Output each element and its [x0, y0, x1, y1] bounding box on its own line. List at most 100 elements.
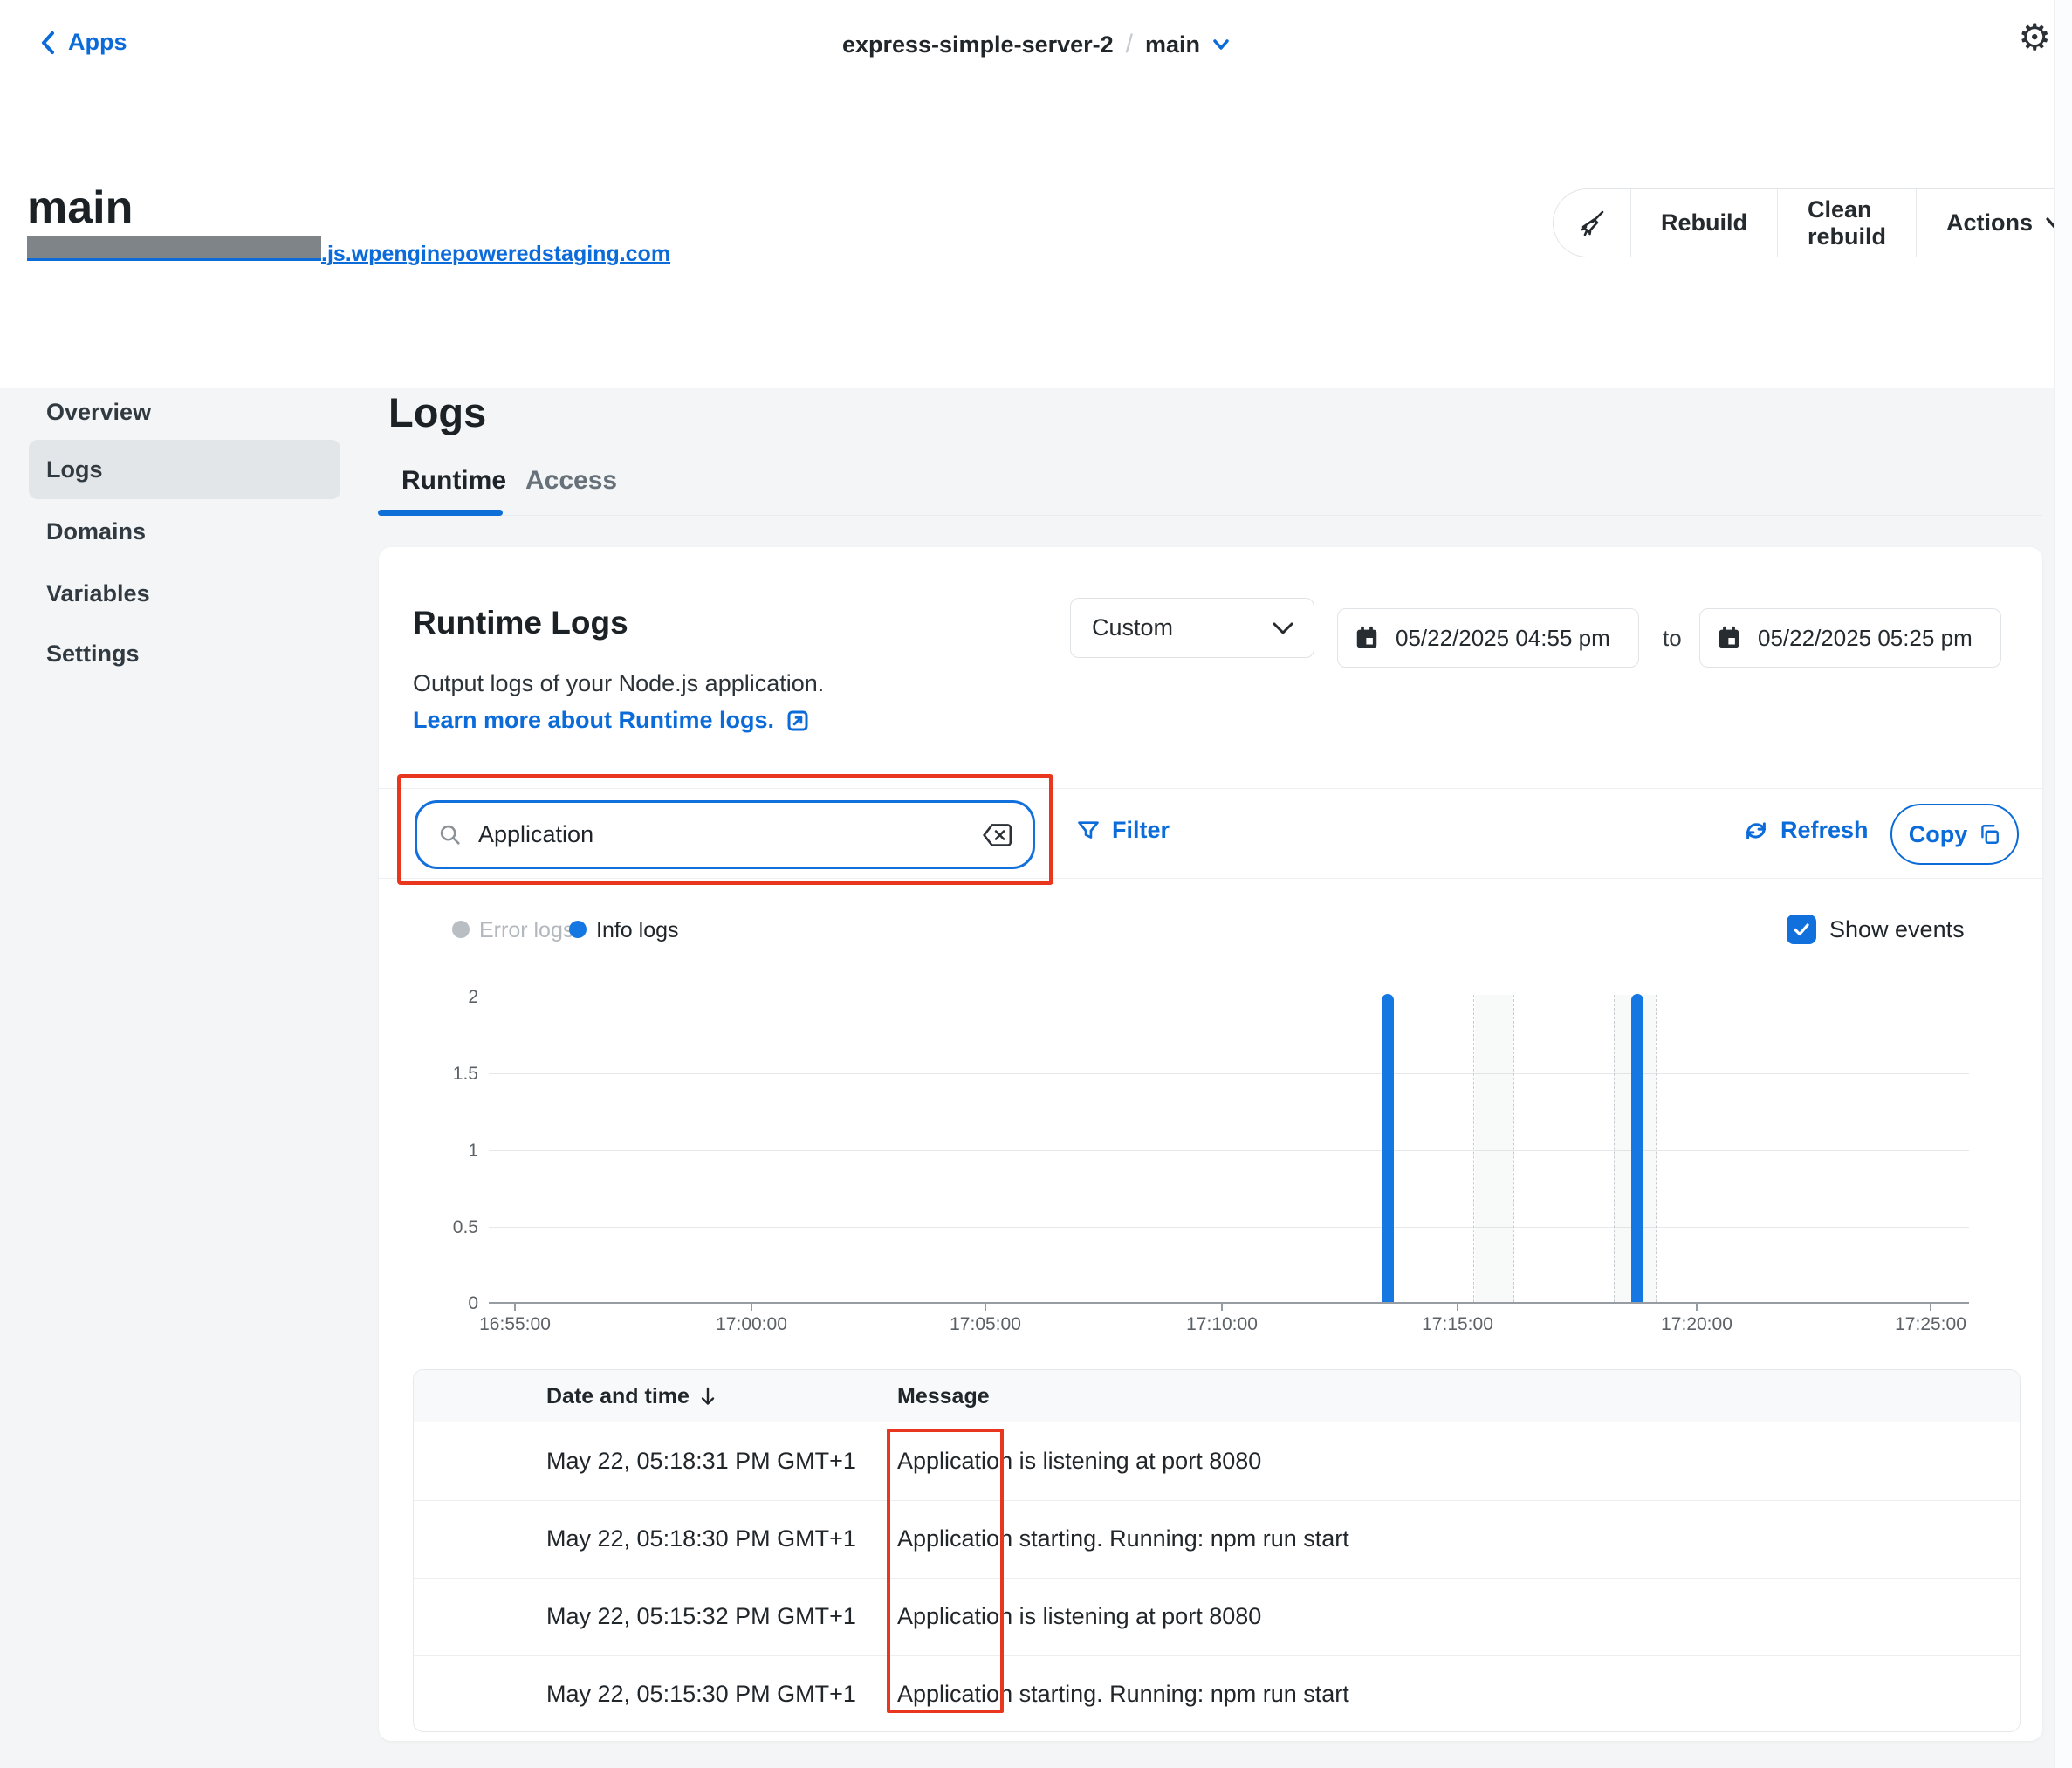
row-datetime: May 22, 05:15:32 PM GMT+1 — [546, 1578, 856, 1655]
row-datetime: May 22, 05:18:31 PM GMT+1 — [546, 1422, 856, 1500]
x-tick-mark — [1696, 1304, 1698, 1311]
row-message: Application is listening at port 8080 — [897, 1422, 1261, 1500]
x-tick-label: 16:55:00 — [463, 1314, 567, 1335]
top-nav: Apps express-simple-server-2 / main ⚙ — [0, 0, 2072, 93]
settings-gear-icon[interactable]: ⚙ — [2018, 19, 2051, 56]
actions-label: Actions — [1946, 209, 2033, 236]
chevron-down-icon — [1272, 621, 1294, 635]
refresh-button[interactable]: Refresh — [1743, 817, 1869, 844]
x-tick-mark — [1930, 1304, 1931, 1311]
log-search-field[interactable] — [415, 800, 1035, 869]
time-range-select[interactable]: Custom — [1070, 598, 1314, 658]
table-row[interactable]: May 22, 05:18:30 PM GMT+1 Application st… — [414, 1500, 2020, 1578]
refresh-label: Refresh — [1780, 817, 1869, 844]
date-from-field[interactable]: 05/22/2025 04:55 pm — [1337, 608, 1639, 668]
refresh-icon — [1743, 818, 1769, 844]
scrollbar-track[interactable] — [2054, 0, 2072, 1768]
sidebar-item-settings[interactable]: Settings — [29, 626, 340, 682]
row-message: Application is listening at port 8080 — [897, 1578, 1261, 1655]
active-tab-underline — [378, 510, 503, 516]
info-logs-label[interactable]: Info logs — [596, 918, 679, 943]
environment-title: main — [27, 182, 133, 234]
clear-search-icon[interactable] — [982, 822, 1013, 848]
date-to-value: 05/22/2025 05:25 pm — [1758, 625, 1973, 652]
filter-button[interactable]: Filter — [1076, 817, 1170, 844]
sidebar-item-logs[interactable]: Logs — [29, 440, 340, 499]
x-tick-mark — [1221, 1304, 1223, 1311]
event-window-shade — [1475, 995, 1513, 1302]
x-axis-line — [489, 1302, 1969, 1304]
search-icon — [438, 823, 463, 847]
show-events-checkbox[interactable] — [1787, 915, 1816, 944]
x-tick-label: 17:20:00 — [1644, 1314, 1749, 1335]
table-row[interactable]: May 22, 05:18:31 PM GMT+1 Application is… — [414, 1422, 2020, 1500]
y-tick-label: 1.5 — [419, 1064, 478, 1085]
event-marker-line — [1656, 995, 1657, 1302]
tabs-divider — [379, 515, 2042, 516]
purge-cache-button[interactable] — [1554, 189, 1630, 257]
external-link-icon — [785, 708, 811, 734]
chevron-down-icon[interactable] — [1212, 38, 1230, 51]
copy-label: Copy — [1909, 821, 1968, 848]
row-message: Application starting. Running: npm run s… — [897, 1500, 1349, 1578]
rebuild-button[interactable]: Rebuild — [1630, 189, 1777, 257]
tab-runtime[interactable]: Runtime — [401, 466, 506, 496]
check-icon — [1791, 919, 1812, 940]
filter-label: Filter — [1112, 817, 1170, 844]
x-tick-mark — [1457, 1304, 1458, 1311]
clean-rebuild-button[interactable]: Clean rebuild — [1777, 189, 1916, 257]
url-visible-text[interactable]: .js.wpenginepoweredstaging.com — [321, 242, 670, 266]
date-range-to-label: to — [1663, 625, 1682, 652]
x-tick-label: 17:10:00 — [1170, 1314, 1274, 1335]
date-from-value: 05/22/2025 04:55 pm — [1396, 625, 1610, 652]
x-tick-mark — [514, 1304, 516, 1311]
environment-name[interactable]: main — [1145, 31, 1200, 58]
tab-access[interactable]: Access — [525, 466, 617, 496]
learn-more-link[interactable]: Learn more about Runtime logs. — [413, 707, 811, 734]
y-tick-label: 0 — [419, 1293, 478, 1314]
error-logs-dot[interactable] — [452, 921, 470, 938]
error-logs-label[interactable]: Error logs — [479, 918, 573, 943]
row-datetime: May 22, 05:18:30 PM GMT+1 — [546, 1500, 856, 1578]
sort-descending-icon — [698, 1386, 717, 1407]
learn-more-label: Learn more about Runtime logs. — [413, 707, 774, 734]
table-header-row: Date and time Message — [414, 1370, 2020, 1422]
runtime-logs-table: Date and time Message May 22, 05:18:31 P… — [413, 1369, 2021, 1732]
panel-title: Runtime Logs — [413, 605, 628, 641]
range-select-value: Custom — [1092, 614, 1173, 641]
x-tick-label: 17:25:00 — [1878, 1314, 1983, 1335]
x-tick-label: 17:00:00 — [699, 1314, 804, 1335]
app-name: express-simple-server-2 — [842, 31, 1114, 58]
show-events-label[interactable]: Show events — [1829, 916, 1965, 943]
redacted-url-segment — [27, 236, 321, 261]
gridline — [489, 1227, 1969, 1228]
event-marker-line — [1473, 995, 1474, 1302]
date-to-field[interactable]: 05/22/2025 05:25 pm — [1699, 608, 2001, 668]
copy-button[interactable]: Copy — [1890, 804, 2019, 865]
info-logs-bar[interactable] — [1631, 994, 1643, 1302]
actions-dropdown-button[interactable]: Actions — [1916, 189, 2072, 257]
table-row[interactable]: May 22, 05:15:30 PM GMT+1 Application st… — [414, 1655, 2020, 1732]
app-root: Apps express-simple-server-2 / main ⚙ ma… — [0, 0, 2072, 1768]
sidebar-item-overview[interactable]: Overview — [29, 384, 340, 440]
table-row[interactable]: May 22, 05:15:32 PM GMT+1 Application is… — [414, 1578, 2020, 1655]
toolbar-bottom-divider — [379, 878, 2042, 879]
funnel-icon — [1076, 819, 1101, 843]
x-tick-label: 17:05:00 — [933, 1314, 1038, 1335]
search-input[interactable] — [478, 821, 982, 848]
sidebar-item-variables[interactable]: Variables — [29, 565, 340, 621]
column-header-datetime[interactable]: Date and time — [546, 1370, 717, 1422]
column-header-message[interactable]: Message — [897, 1370, 990, 1422]
row-message: Application starting. Running: npm run s… — [897, 1655, 1349, 1732]
info-logs-bar[interactable] — [1382, 994, 1394, 1302]
breadcrumb-separator: / — [1126, 30, 1133, 59]
panel-description: Output logs of your Node.js application. — [413, 670, 824, 697]
environment-url[interactable]: .js.wpenginepoweredstaging.com — [27, 236, 670, 267]
breadcrumb: express-simple-server-2 / main — [0, 30, 2072, 59]
x-tick-mark — [751, 1304, 752, 1311]
copy-icon — [1978, 823, 2000, 846]
y-tick-label: 1 — [419, 1141, 478, 1162]
sidebar-item-domains[interactable]: Domains — [29, 504, 340, 559]
info-logs-dot[interactable] — [569, 921, 587, 938]
gridline — [489, 1150, 1969, 1151]
